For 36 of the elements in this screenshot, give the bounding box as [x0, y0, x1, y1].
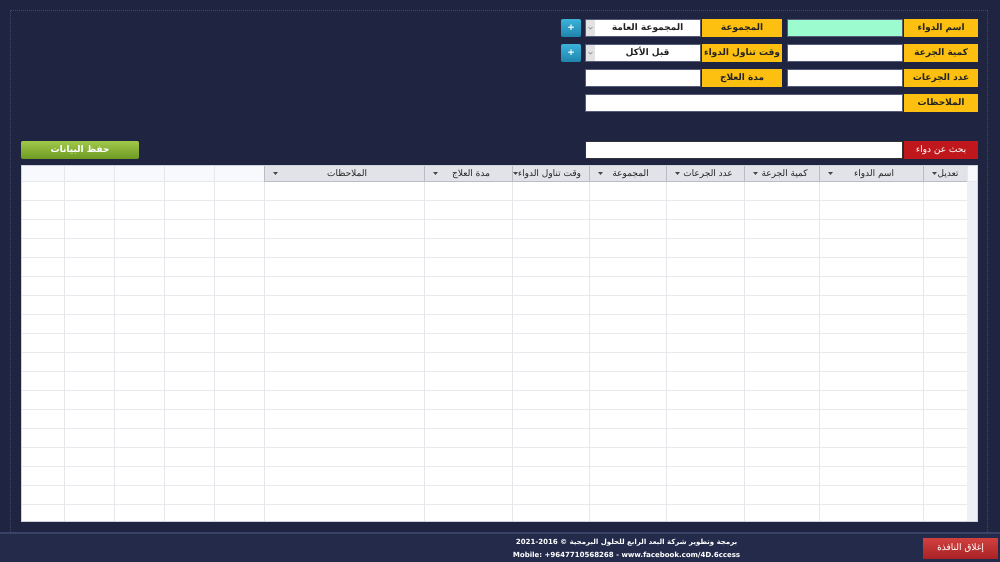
field-label: وقت تناول الدواء — [702, 44, 782, 62]
dropdown[interactable]: قبل الأكل — [585, 44, 701, 62]
notes-field[interactable] — [585, 94, 903, 112]
column-header[interactable]: المجموعة — [589, 166, 666, 182]
column-header[interactable]: تعديل — [923, 166, 967, 182]
field-label: عدد الجرعات — [904, 69, 978, 87]
text-field[interactable] — [787, 69, 903, 87]
field-label: الملاحظات — [904, 94, 978, 112]
sort-icon — [598, 172, 603, 176]
column-header[interactable]: اسم الدواء — [819, 166, 923, 182]
column-header[interactable]: كمية الجرعة — [744, 166, 819, 182]
caret-icon — [586, 20, 595, 36]
field-label: اسم الدواء — [904, 19, 978, 37]
sort-icon — [512, 172, 518, 176]
field-label: كمية الجرعة — [904, 44, 978, 62]
search-button[interactable]: بحث عن دواء — [904, 141, 978, 159]
field-label: المجموعة — [702, 19, 782, 37]
column-header[interactable]: عدد الجرعات — [666, 166, 744, 182]
sort-icon — [828, 172, 833, 176]
sort-icon — [932, 172, 937, 176]
dropdown[interactable]: المجموعة العامة — [585, 19, 701, 37]
sort-icon — [273, 172, 278, 176]
close-window-button[interactable]: إغلاق النافذة — [923, 538, 998, 558]
column-header[interactable]: مدة العلاج — [424, 166, 512, 182]
column-header[interactable]: وقت تناول الدواء — [512, 166, 589, 182]
text-field[interactable] — [787, 19, 903, 37]
text-field[interactable] — [787, 44, 903, 62]
field-label: مدة العلاج — [702, 69, 782, 87]
sort-icon — [753, 172, 758, 176]
column-header[interactable]: الملاحظات — [264, 166, 424, 182]
text-field[interactable] — [585, 69, 701, 87]
caret-icon — [586, 45, 595, 61]
search-field[interactable] — [585, 141, 903, 159]
sort-icon — [433, 172, 438, 176]
sort-icon — [675, 172, 680, 176]
scrollbar[interactable] — [967, 182, 977, 521]
